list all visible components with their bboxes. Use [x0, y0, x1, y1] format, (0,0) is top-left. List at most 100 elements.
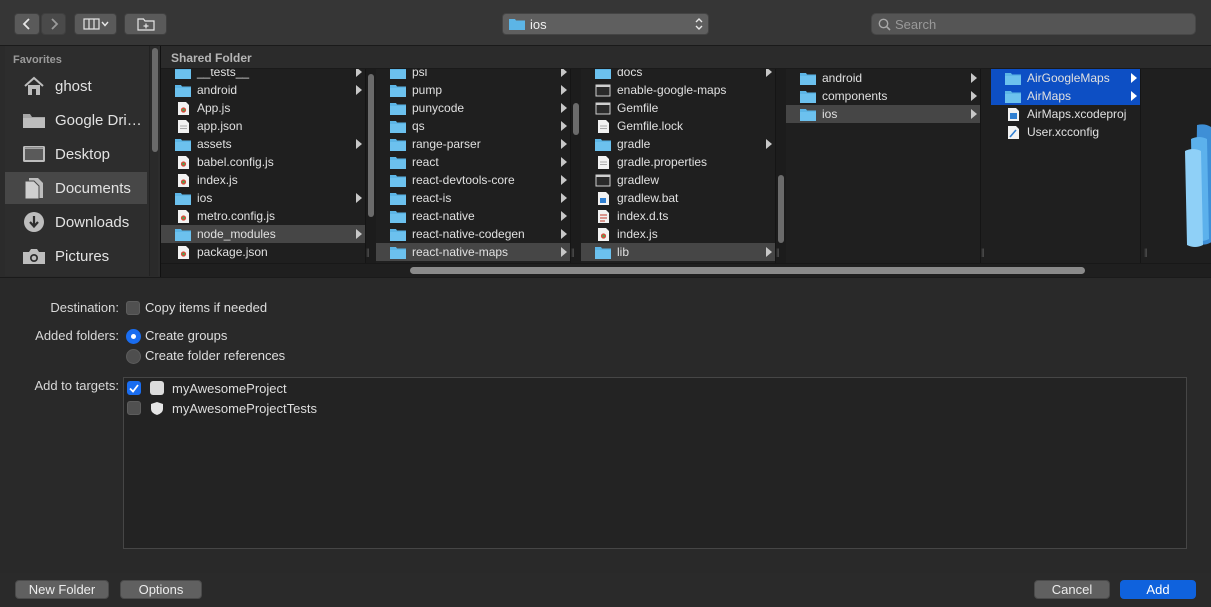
folder-row[interactable]: __tests__	[161, 69, 365, 81]
sidebar-item-documents[interactable]: Documents	[5, 172, 147, 204]
add-button[interactable]: Add	[1120, 580, 1196, 599]
folder-row[interactable]: lib	[581, 243, 775, 261]
path-popup[interactable]: ios	[502, 13, 709, 35]
row-label: pump	[412, 83, 443, 97]
folder-icon	[1005, 90, 1021, 103]
disclosure-arrow-icon	[766, 247, 772, 257]
file-row[interactable]: Gemfile	[581, 99, 775, 117]
search-field[interactable]	[871, 13, 1196, 35]
folder-row[interactable]: react	[376, 153, 570, 171]
folder-row[interactable]: punycode	[376, 99, 570, 117]
column-3-scrollbar[interactable]	[776, 69, 786, 263]
back-button[interactable]	[14, 13, 40, 35]
file-row[interactable]: AirMaps.xcodeproj	[991, 105, 1140, 123]
create-folder-references-radio[interactable]	[126, 349, 141, 364]
file-row[interactable]: metro.config.js	[161, 207, 365, 225]
options-button[interactable]: Options	[120, 580, 202, 599]
folder-icon	[175, 228, 191, 241]
folder-row[interactable]: qs	[376, 117, 570, 135]
column-2-scroll-thumb[interactable]	[573, 103, 579, 135]
column-1-scroll-thumb[interactable]	[368, 74, 374, 217]
drive-icon	[21, 109, 47, 131]
sidebar-scrollbar[interactable]	[149, 46, 158, 276]
file-row[interactable]: index.js	[161, 171, 365, 189]
column-1-scrollbar[interactable]	[366, 69, 376, 263]
copy-items-checkbox[interactable]	[126, 301, 140, 315]
cancel-button[interactable]: Cancel	[1034, 580, 1110, 599]
sidebar-item-pictures[interactable]: Pictures	[5, 240, 147, 272]
file-row[interactable]: enable-google-maps	[581, 81, 775, 99]
disclosure-arrow-icon	[561, 85, 567, 95]
target-checkbox-myawesomeproject[interactable]	[127, 381, 141, 395]
folder-row[interactable]: pump	[376, 81, 570, 99]
folder-row[interactable]: AirGoogleMaps	[991, 69, 1140, 87]
row-label: enable-google-maps	[617, 83, 727, 97]
disclosure-arrow-icon	[356, 69, 362, 77]
create-folder-references-label[interactable]: Create folder references	[145, 348, 285, 363]
file-row[interactable]: babel.config.js	[161, 153, 365, 171]
column-2-scrollbar[interactable]	[571, 69, 581, 263]
file-row[interactable]: App.js	[161, 99, 365, 117]
folder-icon	[390, 69, 406, 79]
row-label: qs	[412, 119, 425, 133]
row-label: babel.config.js	[197, 155, 274, 169]
add-to-targets-label: Add to targets:	[34, 378, 119, 393]
file-row[interactable]: User.xcconfig	[991, 123, 1140, 141]
folder-row[interactable]: ios	[786, 105, 980, 123]
view-mode-button[interactable]	[74, 13, 117, 35]
folder-icon	[390, 156, 406, 169]
new-folder-toolbar-button[interactable]	[124, 13, 167, 35]
disclosure-arrow-icon	[561, 121, 567, 131]
create-groups-label[interactable]: Create groups	[145, 328, 227, 343]
row-label: react	[412, 155, 439, 169]
folder-row[interactable]: AirMaps	[991, 87, 1140, 105]
folder-row[interactable]: android	[786, 69, 980, 87]
folder-icon	[390, 174, 406, 187]
documents-icon	[21, 177, 47, 199]
folder-row[interactable]: react-native-maps	[376, 243, 570, 261]
sidebar-item-google-drive[interactable]: Google Dri…	[5, 104, 147, 136]
new-folder-button[interactable]: New Folder	[15, 580, 109, 599]
sidebar-item-ghost[interactable]: ghost	[5, 70, 147, 102]
doc-file-icon	[178, 119, 189, 133]
file-row[interactable]: gradle.properties	[581, 153, 775, 171]
folder-row[interactable]: react-devtools-core	[376, 171, 570, 189]
folder-row[interactable]: react-native	[376, 207, 570, 225]
file-row[interactable]: package.json	[161, 243, 365, 261]
sidebar-item-downloads[interactable]: Downloads	[5, 206, 147, 238]
search-input[interactable]	[895, 16, 1175, 32]
create-groups-radio[interactable]	[126, 329, 141, 344]
file-row[interactable]: index.d.ts	[581, 207, 775, 225]
folder-row[interactable]: gradle	[581, 135, 775, 153]
row-label: react-devtools-core	[412, 173, 515, 187]
copy-items-label[interactable]: Copy items if needed	[145, 300, 267, 315]
folder-row[interactable]: psl	[376, 69, 570, 81]
column-3-scroll-thumb[interactable]	[778, 175, 784, 243]
file-row[interactable]: gradlew.bat	[581, 189, 775, 207]
forward-button[interactable]	[41, 13, 66, 35]
file-row[interactable]: gradlew	[581, 171, 775, 189]
folder-row[interactable]: android	[161, 81, 365, 99]
folder-icon	[390, 138, 406, 151]
horizontal-scrollbar[interactable]	[161, 263, 1211, 276]
sidebar-item-desktop[interactable]: Desktop	[5, 138, 147, 170]
folder-row[interactable]: node_modules	[161, 225, 365, 243]
file-row[interactable]: app.json	[161, 117, 365, 135]
disclosure-arrow-icon	[356, 229, 362, 239]
target-row: myAwesomeProject	[124, 378, 287, 398]
file-row[interactable]: Gemfile.lock	[581, 117, 775, 135]
folder-row[interactable]: ios	[161, 189, 365, 207]
file-row[interactable]: index.js	[581, 225, 775, 243]
horizontal-scroll-thumb[interactable]	[410, 267, 1085, 274]
folder-row[interactable]: range-parser	[376, 135, 570, 153]
folder-icon	[390, 120, 406, 133]
folder-row[interactable]: components	[786, 87, 980, 105]
target-checkbox-myawesomeprojecttests[interactable]	[127, 401, 141, 415]
downloads-icon	[21, 211, 47, 233]
sidebar-scroll-thumb[interactable]	[152, 48, 158, 152]
folder-row[interactable]: react-native-codegen	[376, 225, 570, 243]
folder-row[interactable]: docs	[581, 69, 775, 81]
row-label: AirMaps.xcodeproj	[1027, 107, 1127, 121]
folder-row[interactable]: assets	[161, 135, 365, 153]
folder-row[interactable]: react-is	[376, 189, 570, 207]
